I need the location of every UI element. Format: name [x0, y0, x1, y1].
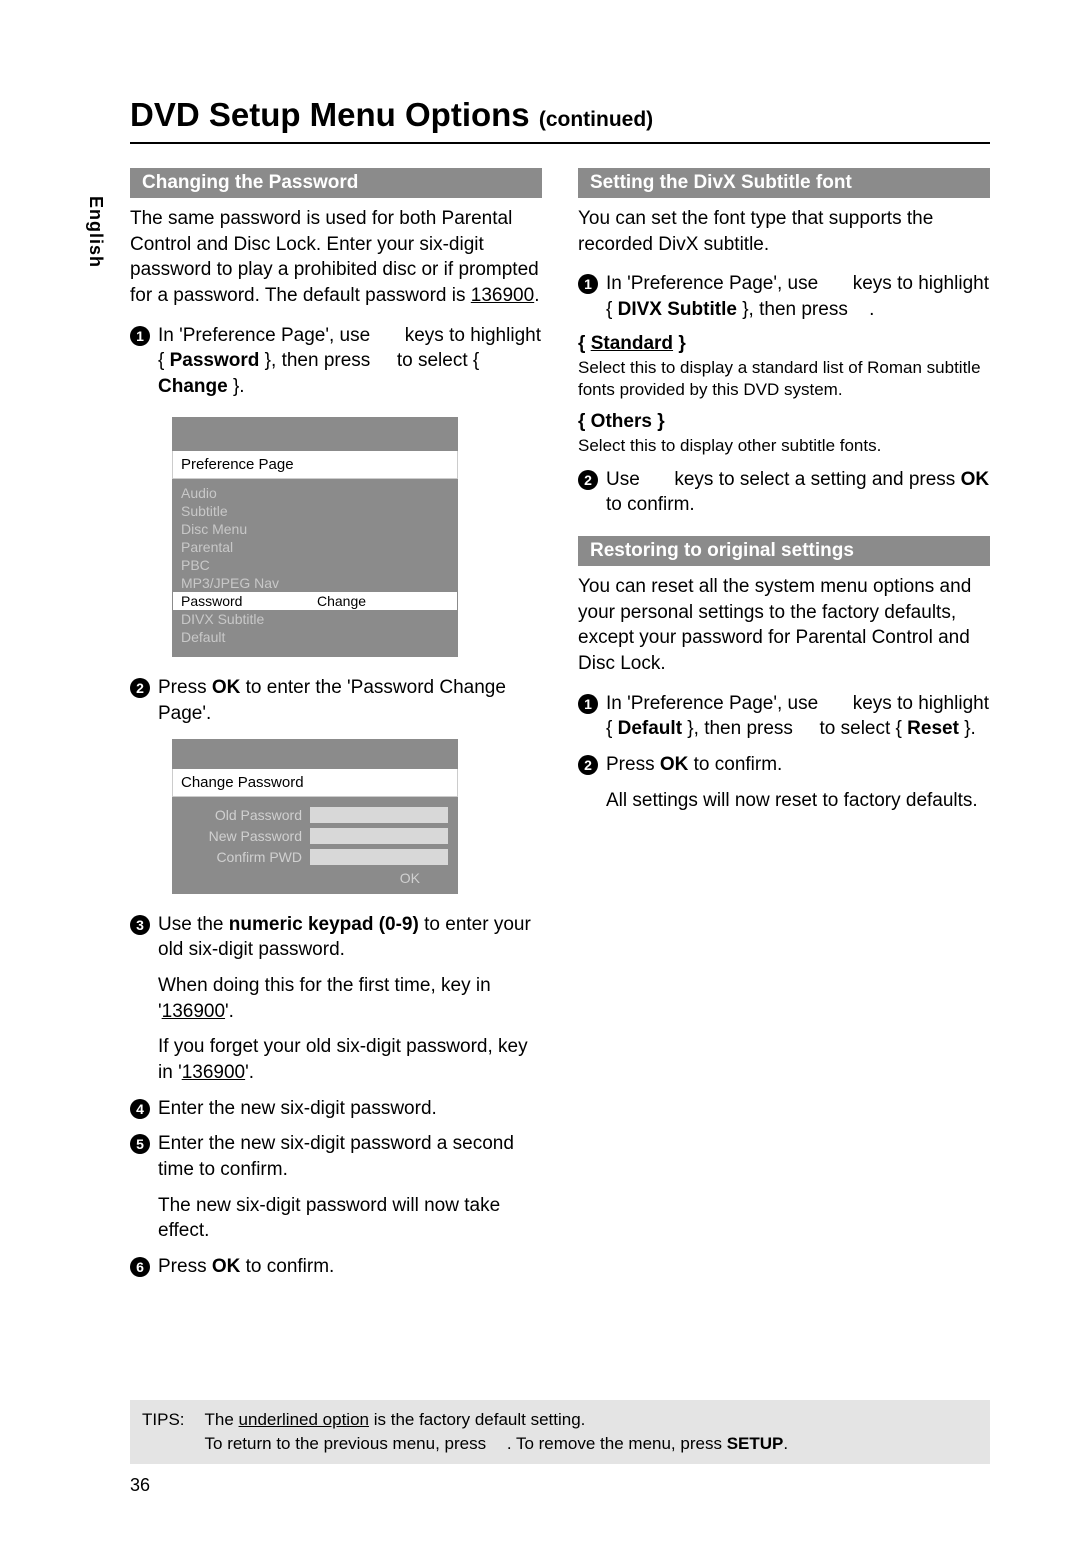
list-value: Change [309, 592, 457, 610]
pw-field [310, 849, 448, 865]
title-main: DVD Setup Menu Options [130, 96, 530, 133]
list-item: Audio [173, 484, 309, 502]
step-5: 5 Enter the new six-digit password a sec… [130, 1131, 542, 1182]
step-bullet-6: 6 [130, 1257, 150, 1277]
title-rule [130, 142, 990, 144]
pw-label: New Password [182, 828, 302, 844]
pw-title: Change Password [172, 769, 458, 797]
tips-box: TIPS: The underlined option is the facto… [130, 1400, 990, 1464]
page-title: DVD Setup Menu Options (continued) [130, 96, 990, 134]
tips-label: TIPS: [142, 1408, 185, 1456]
restore-step-2: 2 Press OK to confirm. [578, 752, 990, 778]
section-divx-subtitle: Setting the DivX Subtitle font [578, 168, 990, 198]
list-item: Parental [173, 538, 309, 556]
pw-field [310, 807, 448, 823]
pw-label: Old Password [182, 807, 302, 823]
intro-paragraph: The same password is used for both Paren… [130, 206, 542, 309]
divx-step-2: 2 Use keys to select a setting and press… [578, 467, 990, 518]
pw-body: Old Password New Password Confirm PWD OK [172, 797, 458, 894]
tips-content: The underlined option is the factory def… [205, 1408, 978, 1456]
pw-label: Confirm PWD [182, 849, 302, 865]
preference-page-mockup: Preference Page Audio Subtitle Disc Menu… [172, 417, 458, 657]
title-continued: (continued) [539, 108, 653, 131]
step-3-sub1: When doing this for the first time, key … [158, 973, 542, 1024]
list-item: Disc Menu [173, 520, 309, 538]
list-item: MP3/JPEG Nav [173, 574, 309, 592]
step-1: 1 In 'Preference Page', use keys to high… [130, 323, 542, 400]
divx-intro: You can set the font type that supports … [578, 206, 990, 257]
step-3-sub2: If you forget your old six-digit passwor… [158, 1034, 542, 1085]
page-number: 36 [130, 1475, 150, 1496]
step-bullet-4: 4 [130, 1099, 150, 1119]
step-bullet-5: 5 [130, 1134, 150, 1154]
option-standard-desc: Select this to display a standard list o… [578, 357, 990, 401]
step-4: 4 Enter the new six-digit password. [130, 1096, 542, 1122]
list-item-selected: Password [173, 592, 309, 610]
list-item: Subtitle [173, 502, 309, 520]
restore-step-1: 1 In 'Preference Page', use keys to high… [578, 691, 990, 742]
change-password-mockup: Change Password Old Password New Passwor… [172, 739, 458, 894]
ui-titlebar-bg [172, 417, 458, 451]
step-6: 6 Press OK to confirm. [130, 1254, 542, 1280]
step-bullet-1: 1 [578, 694, 598, 714]
pw-field [310, 828, 448, 844]
page-content: DVD Setup Menu Options (continued) Chang… [0, 0, 1080, 1349]
step-5-sub: The new six-digit password will now take… [158, 1193, 542, 1244]
right-column: Setting the DivX Subtitle font You can s… [578, 168, 990, 1289]
restore-step-2-sub: All settings will now reset to factory d… [606, 788, 990, 814]
language-tab: English [85, 196, 106, 268]
left-column: Changing the Password The same password … [130, 168, 542, 1289]
default-password: 136900 [471, 285, 534, 306]
section-restoring: Restoring to original settings [578, 536, 990, 566]
list-item: PBC [173, 556, 309, 574]
restore-intro: You can reset all the system menu option… [578, 574, 990, 677]
step-2: 2 Press OK to enter the 'Password Change… [130, 675, 542, 726]
ui-list: Audio Subtitle Disc Menu Parental PBC MP… [172, 479, 458, 657]
pw-titlebar-bg [172, 739, 458, 769]
option-others-desc: Select this to display other subtitle fo… [578, 435, 990, 457]
list-item: DIVX Subtitle [173, 610, 309, 628]
divx-step-1: 1 In 'Preference Page', use keys to high… [578, 271, 990, 322]
step-bullet-1: 1 [130, 326, 150, 346]
step-3: 3 Use the numeric keypad (0-9) to enter … [130, 912, 542, 963]
option-standard: { Standard } [578, 333, 990, 355]
step-bullet-2: 2 [578, 755, 598, 775]
section-changing-password: Changing the Password [130, 168, 542, 198]
pw-ok-label: OK [182, 870, 448, 890]
ui-title: Preference Page [172, 451, 458, 479]
step-bullet-1: 1 [578, 274, 598, 294]
step-bullet-2: 2 [130, 678, 150, 698]
list-item: Default [173, 628, 309, 646]
step-bullet-3: 3 [130, 915, 150, 935]
step-bullet-2: 2 [578, 470, 598, 490]
option-others: { Others } [578, 411, 990, 433]
